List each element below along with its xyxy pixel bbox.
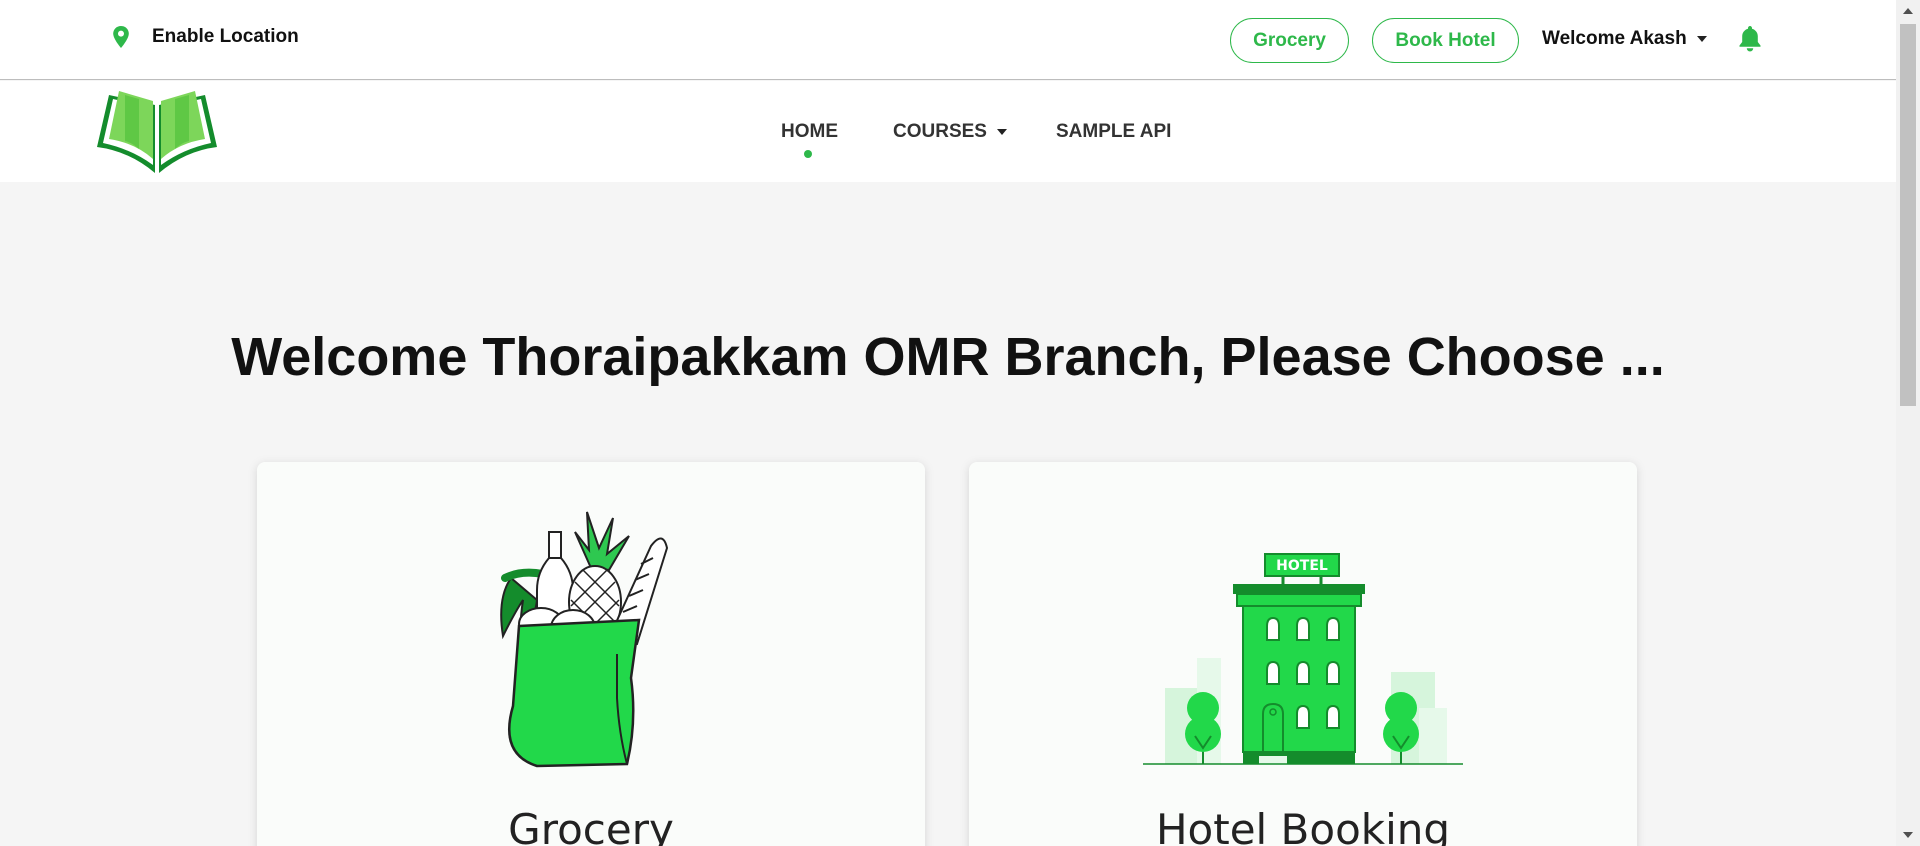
- grocery-card-title: Grocery: [508, 805, 674, 846]
- page-heading: Welcome Thoraipakkam OMR Branch, Please …: [231, 327, 1665, 387]
- location-pin-icon: [113, 26, 129, 48]
- grocery-bag-illustration: [500, 511, 669, 768]
- nav-sample-api-label: SAMPLE API: [1056, 121, 1172, 142]
- user-menu-dropdown[interactable]: Welcome Akash: [1542, 28, 1707, 50]
- scroll-down-arrow-icon[interactable]: [1903, 832, 1913, 838]
- nav-home[interactable]: HOME: [781, 121, 838, 143]
- nav-sample-api[interactable]: SAMPLE API: [1056, 121, 1171, 143]
- scroll-up-arrow-icon[interactable]: [1903, 8, 1913, 14]
- welcome-user-label: Welcome Akash: [1542, 28, 1687, 49]
- enable-location-label: Enable Location: [152, 26, 299, 47]
- notification-bell-icon[interactable]: [1738, 26, 1762, 52]
- top-bar: Enable Location Grocery Book Hotel Welco…: [0, 0, 1896, 80]
- hotel-booking-card[interactable]: HOTEL Hotel Booking: [969, 462, 1637, 846]
- active-nav-indicator: [804, 150, 812, 158]
- chevron-down-icon: [1696, 36, 1707, 42]
- book-hotel-button[interactable]: Book Hotel: [1372, 18, 1519, 63]
- chevron-down-icon: [996, 129, 1007, 135]
- vertical-scrollbar[interactable]: [1896, 0, 1920, 846]
- hotel-building-illustration: HOTEL: [1143, 553, 1463, 765]
- enable-location-link[interactable]: Enable Location: [112, 26, 299, 48]
- hotel-booking-card-title: Hotel Booking: [1155, 805, 1451, 846]
- grocery-button[interactable]: Grocery: [1230, 18, 1349, 63]
- open-book-logo[interactable]: [95, 89, 219, 173]
- nav-home-label: HOME: [781, 121, 838, 142]
- nav-courses-label: COURSES: [893, 121, 987, 142]
- nav-courses-dropdown[interactable]: COURSES: [893, 121, 1007, 143]
- grocery-card[interactable]: Grocery: [257, 462, 925, 846]
- main-navbar: HOME COURSES SAMPLE API: [0, 81, 1896, 182]
- scrollbar-thumb[interactable]: [1900, 24, 1916, 406]
- hotel-sign-text: HOTEL: [1276, 558, 1328, 574]
